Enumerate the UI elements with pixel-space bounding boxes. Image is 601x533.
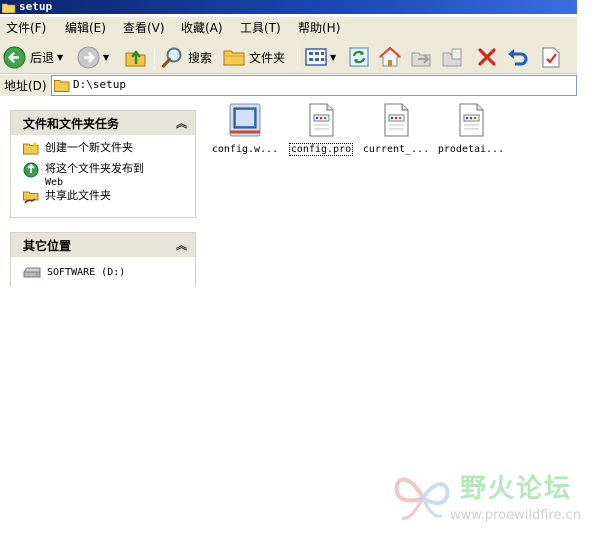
properties-icon bbox=[542, 47, 560, 68]
search-label: 搜索 bbox=[188, 50, 213, 65]
folder-icon bbox=[54, 80, 70, 92]
task-publish-label: 将这个文件夹发布到 bbox=[45, 162, 144, 175]
forward-arrow-icon bbox=[77, 46, 100, 68]
file-name: prodetai... bbox=[437, 144, 505, 155]
up-folder-button[interactable] bbox=[125, 44, 147, 70]
address-bar: 地址(D) D:\setup bbox=[0, 75, 577, 96]
folders-label: 文件夹 bbox=[249, 50, 286, 65]
view-grid-icon bbox=[305, 48, 327, 66]
search-button[interactable]: 搜索 bbox=[161, 44, 212, 70]
address-label: 地址(D) bbox=[4, 79, 47, 93]
menu-favorites[interactable]: 收藏(A) bbox=[181, 20, 223, 36]
globe-icon bbox=[23, 162, 39, 178]
back-arrow-icon bbox=[3, 46, 26, 68]
task-share-folder[interactable]: 共享此文件夹 bbox=[23, 189, 111, 204]
title-bar: setup bbox=[0, 0, 577, 14]
move-to-folder-icon bbox=[411, 52, 431, 67]
home-icon bbox=[378, 46, 402, 67]
chevron-up-icon[interactable]: ︽ bbox=[176, 237, 187, 253]
delete-button[interactable] bbox=[476, 44, 498, 70]
chevron-up-icon[interactable]: ︽ bbox=[176, 115, 187, 131]
toolbar-separator bbox=[297, 45, 298, 69]
chevron-down-icon[interactable]: ▼ bbox=[103, 53, 109, 62]
menu-edit[interactable]: 编辑(E) bbox=[65, 20, 106, 36]
task-share-label: 共享此文件夹 bbox=[45, 189, 111, 202]
move-to-button[interactable] bbox=[410, 44, 434, 70]
task-publish-web-label: Web bbox=[45, 177, 64, 188]
toolbar-separator bbox=[154, 45, 155, 69]
file-item[interactable]: config.w... bbox=[208, 102, 282, 155]
copy-to-folder-icon bbox=[442, 48, 462, 67]
exe-icon bbox=[229, 103, 261, 137]
home-button[interactable] bbox=[378, 44, 402, 70]
pane-header[interactable]: 其它位置 ︽ bbox=[11, 233, 195, 257]
place-software-label: SOFTWARE (D:) bbox=[47, 267, 126, 278]
task-new-folder-label: 创建一个新文件夹 bbox=[45, 141, 133, 154]
watermark-url: www.proewildfire.cn bbox=[450, 508, 581, 523]
chevron-down-icon[interactable]: ▼ bbox=[330, 53, 336, 62]
menu-view[interactable]: 查看(V) bbox=[123, 20, 165, 36]
refresh-icon bbox=[349, 47, 369, 67]
watermark: 野火论坛 www.proewildfire.cn bbox=[392, 466, 597, 528]
menu-file[interactable]: 文件(F) bbox=[6, 20, 46, 36]
back-label: 后退 bbox=[30, 50, 55, 65]
menu-tools[interactable]: 工具(T) bbox=[240, 20, 281, 36]
folder-icon bbox=[223, 50, 245, 66]
properties-button[interactable] bbox=[540, 44, 562, 70]
up-folder-icon bbox=[125, 50, 146, 67]
document-icon bbox=[309, 103, 334, 137]
menu-help[interactable]: 帮助(H) bbox=[298, 20, 340, 36]
undo-icon bbox=[508, 49, 528, 66]
address-value[interactable]: D:\setup bbox=[73, 78, 126, 91]
pane-header[interactable]: 文件和文件夹任务 ︽ bbox=[11, 111, 195, 135]
drive-icon bbox=[23, 267, 41, 278]
file-item[interactable]: config.pro bbox=[284, 102, 358, 156]
undo-button[interactable] bbox=[506, 44, 530, 70]
file-tasks-title: 文件和文件夹任务 bbox=[23, 117, 120, 131]
new-folder-icon bbox=[23, 141, 39, 155]
toolbar: 后退 ▼ ▼ 搜索 文件夹 ▼ bbox=[0, 39, 577, 74]
address-field[interactable]: D:\setup bbox=[51, 75, 577, 96]
back-button[interactable]: 后退 ▼ bbox=[3, 44, 63, 70]
delete-x-icon bbox=[478, 48, 496, 66]
other-places-title: 其它位置 bbox=[23, 239, 72, 253]
task-publish-web[interactable]: 将这个文件夹发布到 Web bbox=[23, 162, 144, 189]
window-title: setup bbox=[19, 0, 53, 13]
search-icon bbox=[161, 47, 182, 68]
file-item[interactable]: current_... bbox=[359, 102, 433, 155]
file-tasks-pane: 文件和文件夹任务 ︽ 创建一个新文件夹 将这个文件夹发布到 Web 共享此文件夹 bbox=[10, 110, 196, 218]
folder-icon bbox=[2, 3, 16, 13]
butterfly-logo-icon bbox=[394, 477, 450, 520]
file-item[interactable]: prodetai... bbox=[434, 102, 508, 155]
file-name: current_... bbox=[362, 144, 430, 155]
folders-button[interactable]: 文件夹 bbox=[223, 44, 285, 70]
forward-button[interactable]: ▼ bbox=[77, 44, 109, 70]
watermark-text: 野火论坛 bbox=[460, 474, 573, 504]
refresh-button[interactable] bbox=[348, 44, 370, 70]
share-folder-icon bbox=[23, 191, 39, 204]
copy-to-button[interactable] bbox=[441, 44, 465, 70]
file-name: config.pro bbox=[288, 143, 354, 156]
other-places-pane: 其它位置 ︽ SOFTWARE (D:) bbox=[10, 232, 196, 286]
views-button[interactable]: ▼ bbox=[305, 44, 336, 70]
chevron-down-icon[interactable]: ▼ bbox=[57, 53, 63, 62]
file-name: config.w... bbox=[211, 144, 279, 155]
document-icon bbox=[459, 103, 484, 137]
task-new-folder[interactable]: 创建一个新文件夹 bbox=[23, 141, 133, 155]
menu-bar: 文件(F) 编辑(E) 查看(V) 收藏(A) 工具(T) 帮助(H) bbox=[0, 17, 577, 39]
document-icon bbox=[384, 103, 409, 137]
place-software-drive[interactable]: SOFTWARE (D:) bbox=[23, 266, 125, 279]
